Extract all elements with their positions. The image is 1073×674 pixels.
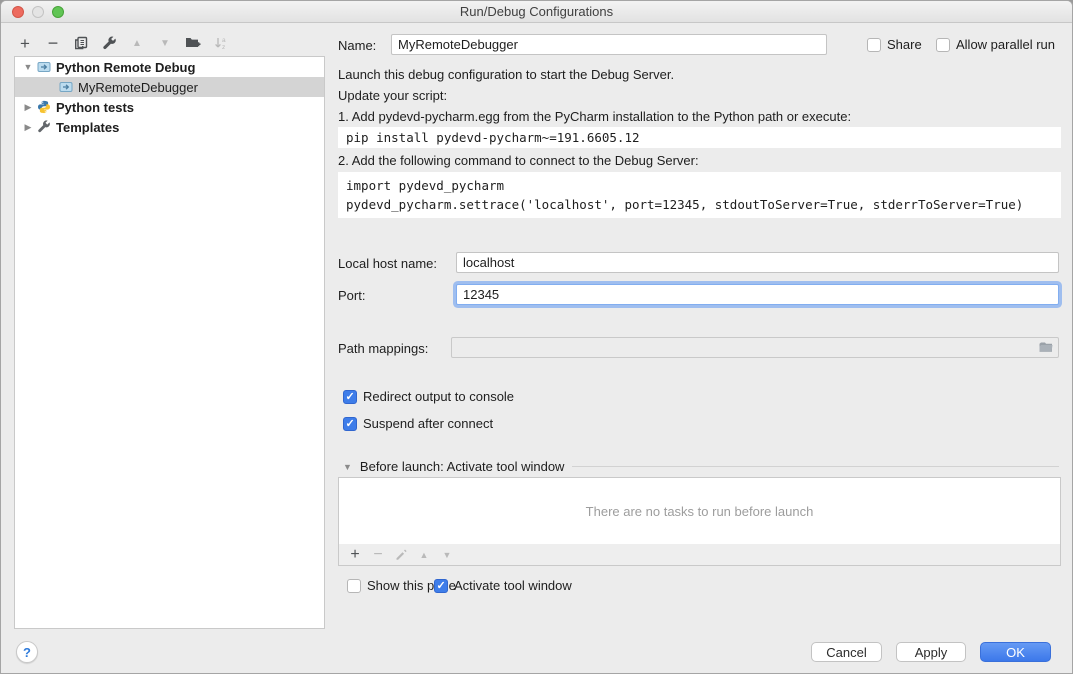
- python-icon: [36, 100, 51, 114]
- settrace-code-line-2: pydevd_pycharm.settrace('localhost', por…: [346, 197, 1023, 212]
- folder-icon[interactable]: [1038, 341, 1054, 354]
- allow-parallel-run-option[interactable]: Allow parallel run: [936, 37, 1055, 52]
- suspend-after-connect-label: Suspend after connect: [363, 416, 493, 431]
- cancel-button[interactable]: Cancel: [811, 642, 882, 662]
- remove-task-icon[interactable]: −: [371, 548, 385, 562]
- edit-templates-wrench-icon[interactable]: [101, 35, 117, 51]
- redirect-output-option[interactable]: Redirect output to console: [343, 389, 514, 404]
- redirect-output-checkbox[interactable]: [343, 390, 357, 404]
- chevron-down-icon[interactable]: ▼: [23, 62, 33, 72]
- tree-item-python-tests[interactable]: ▶ Python tests: [15, 97, 324, 117]
- add-task-icon[interactable]: +: [348, 548, 362, 562]
- add-icon[interactable]: +: [17, 35, 33, 51]
- close-window-button[interactable]: [12, 6, 24, 18]
- copy-icon[interactable]: [73, 35, 89, 51]
- instruction-line-2: Update your script:: [338, 85, 447, 106]
- move-task-down-icon[interactable]: ▼: [440, 548, 454, 562]
- name-label: Name:: [338, 38, 376, 53]
- edit-task-pencil-icon[interactable]: [394, 548, 408, 562]
- port-label: Port:: [338, 288, 365, 303]
- section-rule: [572, 466, 1059, 467]
- chevron-down-icon[interactable]: ▼: [343, 462, 352, 472]
- before-launch-toolbar: + − ▲ ▼: [338, 544, 1061, 566]
- chevron-right-icon[interactable]: ▶: [23, 122, 33, 133]
- remote-debug-icon: [58, 80, 73, 94]
- allow-parallel-run-checkbox[interactable]: [936, 38, 950, 52]
- share-label: Share: [887, 37, 922, 52]
- configurations-toolbar: + − ▲ ▼ az: [17, 33, 229, 53]
- before-launch-task-list[interactable]: There are no tasks to run before launch: [338, 477, 1061, 545]
- redirect-output-label: Redirect output to console: [363, 389, 514, 404]
- remove-icon[interactable]: −: [45, 35, 61, 51]
- path-mappings-label: Path mappings:: [338, 341, 428, 356]
- suspend-after-connect-option[interactable]: Suspend after connect: [343, 416, 493, 431]
- activate-tool-window-checkbox[interactable]: [434, 579, 448, 593]
- sort-alphabetically-icon[interactable]: az: [213, 35, 229, 51]
- local-host-name-label: Local host name:: [338, 256, 437, 271]
- svg-text:z: z: [222, 44, 225, 51]
- suspend-after-connect-checkbox[interactable]: [343, 417, 357, 431]
- move-down-icon[interactable]: ▼: [157, 35, 173, 51]
- path-mappings-field[interactable]: [451, 337, 1059, 358]
- minimize-window-button[interactable]: [32, 6, 44, 18]
- svg-text:a: a: [222, 37, 226, 44]
- port-input[interactable]: [456, 284, 1059, 305]
- before-launch-title: Before launch: Activate tool window: [360, 459, 565, 474]
- tree-item-templates[interactable]: ▶ Templates: [15, 117, 324, 137]
- settrace-code-line-1: import pydevd_pycharm: [346, 178, 504, 193]
- run-debug-configurations-dialog: Run/Debug Configurations + − ▲ ▼ az ▼ Py…: [0, 0, 1073, 674]
- name-input[interactable]: [391, 34, 827, 55]
- remote-debug-icon: [36, 60, 51, 74]
- local-host-name-input[interactable]: [456, 252, 1059, 273]
- activate-tool-window-option[interactable]: Activate tool window: [434, 578, 572, 593]
- chevron-right-icon[interactable]: ▶: [23, 102, 33, 113]
- tree-item-python-remote-debug[interactable]: ▼ Python Remote Debug: [15, 57, 324, 77]
- zoom-window-button[interactable]: [52, 6, 64, 18]
- tree-item-myremotedebugger[interactable]: MyRemoteDebugger: [15, 77, 324, 97]
- show-this-page-checkbox[interactable]: [347, 579, 361, 593]
- help-button[interactable]: ?: [16, 641, 38, 663]
- apply-button[interactable]: Apply: [896, 642, 966, 662]
- window-title: Run/Debug Configurations: [460, 4, 613, 19]
- configuration-editor: Name: Share Allow parallel run Launch th…: [338, 23, 1061, 629]
- move-up-icon[interactable]: ▲: [129, 35, 145, 51]
- wrench-icon: [36, 120, 51, 134]
- title-bar: Run/Debug Configurations: [1, 1, 1072, 23]
- settrace-code: import pydevd_pycharm pydevd_pycharm.set…: [338, 172, 1061, 218]
- move-task-up-icon[interactable]: ▲: [417, 548, 431, 562]
- instruction-step-2: 2. Add the following command to connect …: [338, 150, 699, 171]
- configurations-tree: ▼ Python Remote Debug MyRemoteDebugger ▶…: [14, 56, 325, 629]
- share-checkbox[interactable]: [867, 38, 881, 52]
- pip-install-code: pip install pydevd-pycharm~=191.6605.12: [338, 127, 1061, 148]
- before-launch-section-header[interactable]: ▼ Before launch: Activate tool window: [343, 459, 1059, 474]
- ok-button[interactable]: OK: [980, 642, 1051, 662]
- allow-parallel-run-label: Allow parallel run: [956, 37, 1055, 52]
- activate-tool-window-label: Activate tool window: [454, 578, 572, 593]
- empty-task-list-text: There are no tasks to run before launch: [339, 478, 1060, 544]
- new-folder-icon[interactable]: [185, 35, 201, 51]
- instruction-step-1: 1. Add pydevd-pycharm.egg from the PyCha…: [338, 106, 851, 127]
- share-option[interactable]: Share: [867, 37, 922, 52]
- instruction-line-1: Launch this debug configuration to start…: [338, 64, 674, 85]
